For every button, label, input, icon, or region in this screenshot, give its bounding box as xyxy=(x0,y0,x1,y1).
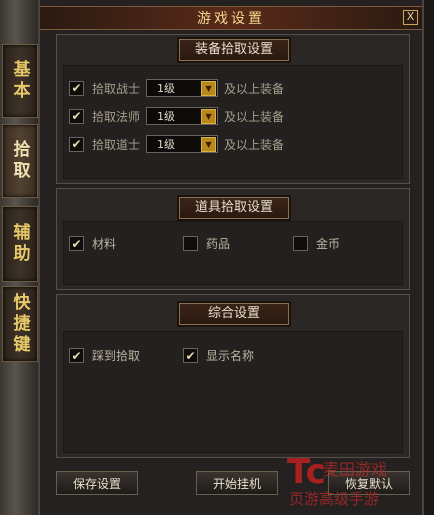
warrior-suffix: 及以上装备 xyxy=(224,81,285,96)
step-pickup-option: ✔ 踩到拾取 xyxy=(69,347,140,364)
mage-checkbox[interactable]: ✔ xyxy=(69,108,84,124)
taoist-checkbox[interactable]: ✔ xyxy=(69,136,84,152)
potion-label: 药品 xyxy=(206,237,231,251)
tab-pickup[interactable]: 拾取 xyxy=(2,124,38,198)
show-name-label: 显示名称 xyxy=(206,349,255,363)
tab-pickup-label: 拾取 xyxy=(9,140,30,182)
material-checkbox[interactable]: ✔ xyxy=(69,236,84,251)
tab-basic-label: 基本 xyxy=(9,60,30,102)
window-title: 游戏设置 xyxy=(197,11,265,27)
item-material-option: ✔ 材料 xyxy=(69,235,116,252)
tab-hotkey-label: 快捷键 xyxy=(9,292,30,356)
general-group: 综合设置 ✔ 踩到拾取 ✔ 显示名称 xyxy=(56,294,410,458)
item-group-title: 道具拾取设置 xyxy=(179,197,289,219)
item-gold-option: 金币 xyxy=(293,235,340,252)
item-pickup-group: 道具拾取设置 ✔ 材料 药品 金币 xyxy=(56,188,410,290)
step-pickup-checkbox[interactable]: ✔ xyxy=(69,348,84,363)
taoist-level-select[interactable]: 1级 ▼ xyxy=(146,135,219,153)
settings-window: 游戏设置 X 装备拾取设置 ✔ 拾取战士 1级 ▼ 及以上装备 ✔ 拾取法师 1… xyxy=(38,0,424,515)
material-label: 材料 xyxy=(92,237,117,251)
potion-checkbox[interactable] xyxy=(183,236,198,251)
tab-basic[interactable]: 基本 xyxy=(2,44,38,118)
start-afk-button[interactable]: 开始挂机 xyxy=(196,471,278,495)
warrior-level-select[interactable]: 1级 ▼ xyxy=(146,79,219,97)
show-name-option: ✔ 显示名称 xyxy=(183,347,254,364)
warrior-level-value: 1级 xyxy=(157,82,176,95)
chevron-down-icon: ▼ xyxy=(201,108,217,124)
item-potion-option: 药品 xyxy=(183,235,230,252)
equip-row-warrior: ✔ 拾取战士 1级 ▼ 及以上装备 xyxy=(69,79,284,97)
gold-label: 金币 xyxy=(316,237,341,251)
title-bar: 游戏设置 xyxy=(40,6,422,30)
equip-row-taoist: ✔ 拾取道士 1级 ▼ 及以上装备 xyxy=(69,135,284,153)
taoist-label: 拾取道士 xyxy=(92,137,141,152)
gold-checkbox[interactable] xyxy=(293,236,308,251)
tab-hotkey[interactable]: 快捷键 xyxy=(2,286,38,362)
restore-default-button[interactable]: 恢复默认 xyxy=(328,471,410,495)
equip-pickup-group: 装备拾取设置 ✔ 拾取战士 1级 ▼ 及以上装备 ✔ 拾取法师 1级 ▼ 及以上… xyxy=(56,34,410,184)
general-group-title: 综合设置 xyxy=(179,303,289,325)
mage-suffix: 及以上装备 xyxy=(224,109,285,124)
equip-row-mage: ✔ 拾取法师 1级 ▼ 及以上装备 xyxy=(69,107,284,125)
warrior-checkbox[interactable]: ✔ xyxy=(69,80,84,96)
equip-group-title: 装备拾取设置 xyxy=(179,39,289,61)
close-button[interactable]: X xyxy=(403,10,418,25)
chevron-down-icon: ▼ xyxy=(201,80,217,96)
mage-level-value: 1级 xyxy=(157,110,176,123)
show-name-checkbox[interactable]: ✔ xyxy=(183,348,198,363)
warrior-label: 拾取战士 xyxy=(92,81,141,96)
save-button[interactable]: 保存设置 xyxy=(56,471,138,495)
taoist-level-value: 1级 xyxy=(157,138,176,151)
mage-level-select[interactable]: 1级 ▼ xyxy=(146,107,219,125)
mage-label: 拾取法师 xyxy=(92,109,141,124)
step-pickup-label: 踩到拾取 xyxy=(92,349,141,363)
tab-assist[interactable]: 辅助 xyxy=(2,206,38,282)
chevron-down-icon: ▼ xyxy=(201,136,217,152)
taoist-suffix: 及以上装备 xyxy=(224,137,285,152)
tab-assist-label: 辅助 xyxy=(9,223,30,265)
